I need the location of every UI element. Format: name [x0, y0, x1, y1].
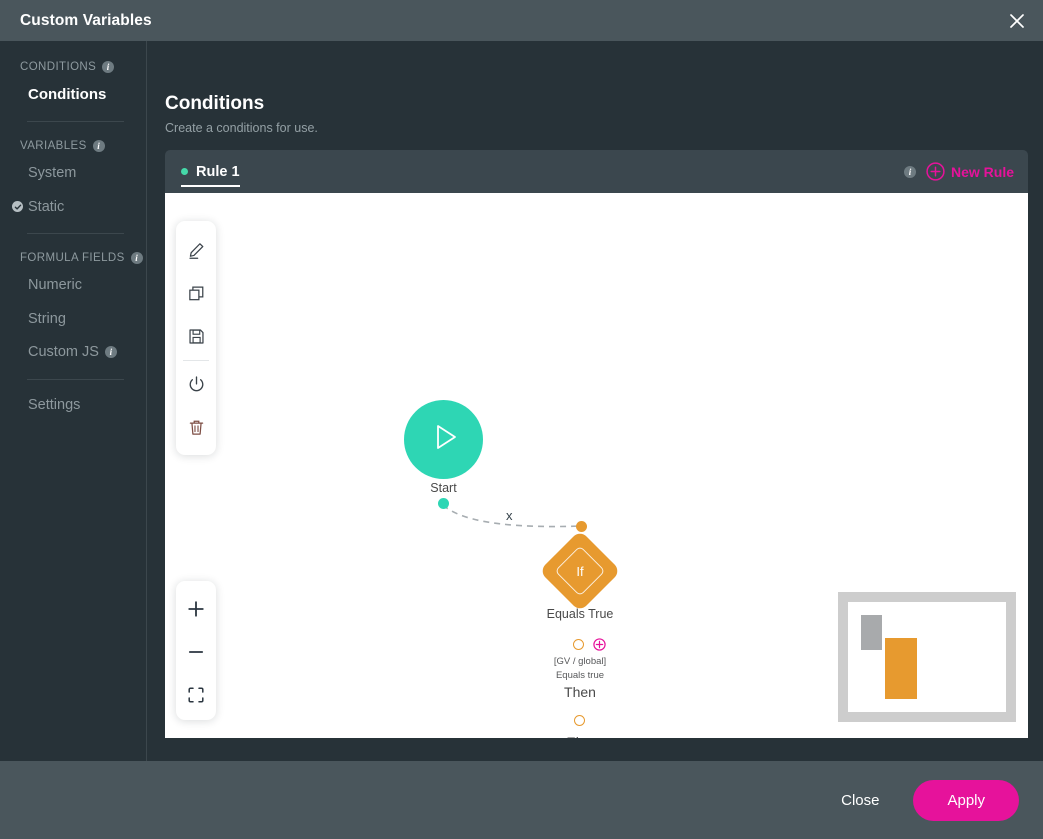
- sidebar-divider: [27, 121, 124, 122]
- sidebar-group-label: FORMULA FIELDS: [20, 252, 125, 264]
- dialog-titlebar: Custom Variables: [0, 0, 1043, 41]
- close-icon: [1008, 12, 1026, 30]
- minimap[interactable]: [838, 592, 1016, 722]
- flow-port-if-in[interactable]: [576, 521, 587, 532]
- sidebar-group-formula-fields: FORMULA FIELDS i: [0, 252, 146, 264]
- sidebar-item-label: Static: [28, 198, 65, 215]
- sidebar-group-label: VARIABLES: [20, 140, 87, 152]
- power-button[interactable]: [176, 363, 216, 406]
- info-icon[interactable]: i: [92, 140, 105, 152]
- flow-branch-then-expression: Equals true: [555, 670, 605, 681]
- sidebar-item-label: Settings: [28, 396, 81, 413]
- flow-port-else[interactable]: [574, 715, 585, 726]
- new-rule-button[interactable]: New Rule: [926, 162, 1014, 181]
- rule-tabs: Rule 1: [165, 150, 254, 193]
- sidebar-item-string[interactable]: String: [0, 310, 146, 327]
- sidebar-item-label: Conditions: [28, 86, 107, 103]
- zoom-controls: [176, 581, 216, 720]
- page-subtitle: Create a conditions for use.: [165, 121, 318, 135]
- minimap-node-start: [861, 615, 882, 650]
- flow-branch-then-label: Then: [564, 684, 596, 700]
- save-icon: [187, 327, 206, 346]
- dialog-body: CONDITIONS i Conditions VARIABLES i Syst…: [0, 41, 1043, 761]
- play-icon: [424, 417, 464, 462]
- sidebar-item-static[interactable]: Static: [0, 198, 146, 215]
- custom-variables-dialog: Custom Variables CONDITIONS i Conditions: [0, 0, 1043, 839]
- info-icon[interactable]: i: [102, 61, 115, 73]
- fit-view-button[interactable]: [176, 673, 216, 716]
- sidebar-group-variables: VARIABLES i: [0, 140, 146, 152]
- power-icon: [187, 375, 206, 394]
- flow-branch-then-variable: [GV / global]: [553, 656, 607, 667]
- sidebar-group-label: CONDITIONS: [20, 61, 97, 73]
- tab-label: Rule 1: [196, 163, 240, 180]
- delete-button[interactable]: [176, 406, 216, 449]
- page-title: Conditions: [165, 93, 265, 114]
- edit-button[interactable]: [176, 229, 216, 272]
- close-button[interactable]: Close: [831, 786, 889, 815]
- sidebar-item-label: Numeric: [28, 277, 82, 293]
- sidebar-item-settings[interactable]: Settings: [0, 396, 146, 413]
- tab-rule-1[interactable]: Rule 1: [165, 150, 254, 193]
- flow-branch-else-ports: [574, 715, 585, 726]
- close-dialog-button[interactable]: [991, 0, 1043, 41]
- sidebar-item-label: Custom JS: [28, 344, 99, 360]
- copy-button[interactable]: [176, 272, 216, 315]
- sidebar-item-conditions[interactable]: Conditions: [0, 87, 146, 102]
- status-dot-icon: [181, 168, 188, 175]
- rule-tabbar: Rule 1 i New Rule: [165, 150, 1028, 193]
- apply-button[interactable]: Apply: [913, 779, 1019, 821]
- sidebar-item-system[interactable]: System: [0, 166, 146, 181]
- zoom-in-icon: [186, 599, 206, 619]
- flow-branch-then-ports: [573, 638, 606, 651]
- flow-node-start[interactable]: [404, 400, 483, 479]
- flow-node-if-label: Equals True: [546, 607, 614, 621]
- flow-canvas[interactable]: x Start If Equals True [GV / global] Equ…: [165, 193, 1028, 738]
- delete-icon: [187, 418, 206, 437]
- dialog-footer: Close Apply: [0, 761, 1043, 839]
- toolbar-divider: [183, 360, 209, 361]
- minimap-node-if: [885, 638, 917, 699]
- flow-branch-else-label: Else: [520, 734, 640, 738]
- zoom-out-button[interactable]: [176, 630, 216, 673]
- save-button[interactable]: [176, 315, 216, 358]
- dialog-title: Custom Variables: [20, 11, 152, 29]
- flow-node-start-label: Start: [430, 481, 457, 495]
- zoom-in-button[interactable]: [176, 587, 216, 630]
- edge-delete-marker[interactable]: x: [506, 508, 513, 523]
- info-icon[interactable]: i: [130, 252, 143, 264]
- sidebar-divider: [27, 378, 124, 380]
- info-icon[interactable]: i: [903, 165, 916, 178]
- tabbar-actions: i New Rule: [903, 150, 1014, 193]
- plus-circle-icon: [926, 162, 945, 181]
- fit-view-icon: [186, 685, 206, 705]
- add-node-icon[interactable]: [593, 638, 606, 651]
- sidebar-group-conditions: CONDITIONS i: [0, 61, 146, 73]
- check-circle-icon: [12, 201, 23, 213]
- main-panel: Conditions Create a conditions for use. …: [147, 41, 1043, 761]
- sidebar: CONDITIONS i Conditions VARIABLES i Syst…: [0, 41, 147, 761]
- node-toolbar: [176, 221, 216, 455]
- flow-port-start-out[interactable]: [438, 498, 449, 509]
- zoom-out-icon: [186, 642, 206, 662]
- info-icon[interactable]: i: [104, 346, 117, 359]
- sidebar-item-custom-js[interactable]: Custom JS i: [0, 345, 146, 360]
- flow-port-then[interactable]: [573, 639, 584, 650]
- sidebar-item-numeric[interactable]: Numeric: [0, 278, 146, 293]
- flow-node-if-text: If: [576, 563, 584, 579]
- edit-icon: [187, 241, 206, 260]
- copy-icon: [187, 284, 206, 303]
- sidebar-divider: [27, 233, 124, 234]
- sidebar-item-label: String: [28, 310, 66, 327]
- new-rule-label: New Rule: [950, 163, 1014, 180]
- sidebar-item-label: System: [28, 165, 77, 181]
